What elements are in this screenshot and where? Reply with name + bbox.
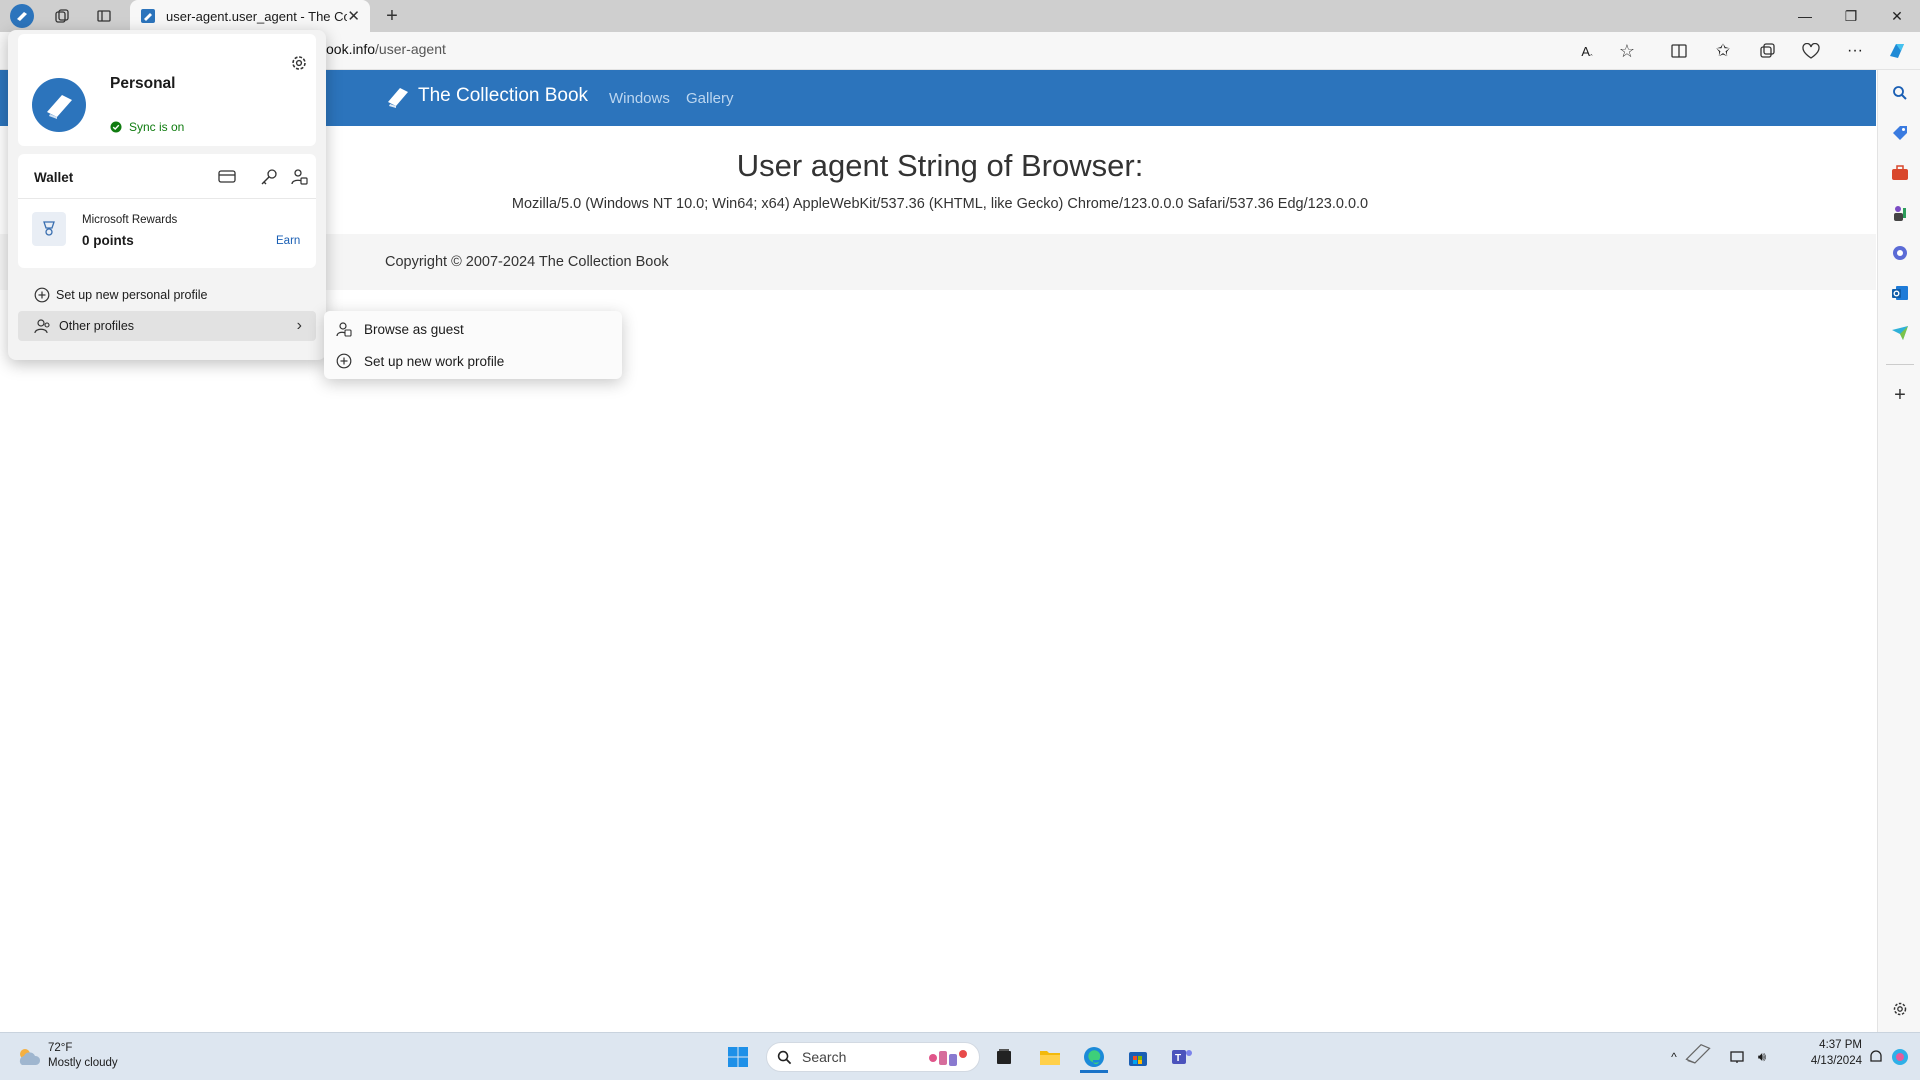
sidebar-settings-icon[interactable]	[1889, 998, 1911, 1020]
setup-work-profile-label: Set up new work profile	[364, 353, 505, 369]
teams-icon[interactable]: T	[1168, 1043, 1196, 1071]
weather-condition: Mostly cloudy	[48, 1057, 118, 1069]
minimize-icon[interactable]: —	[1782, 0, 1828, 32]
volume-icon[interactable]: 🔊︎	[1748, 1043, 1776, 1071]
microsoft-365-icon[interactable]	[1889, 242, 1911, 264]
edge-sidebar: +	[1877, 70, 1920, 1032]
url-path: /user-agent	[375, 41, 446, 57]
copilot-icon[interactable]	[1884, 39, 1910, 63]
add-circle-icon	[34, 287, 50, 303]
setup-personal-profile-label: Set up new personal profile	[56, 288, 208, 302]
weather-widget[interactable]: 72°F Mostly cloudy	[16, 1041, 118, 1071]
profiles-icon	[34, 318, 50, 333]
rewards-trophy-icon	[32, 212, 66, 246]
drop-send-icon[interactable]	[1889, 322, 1911, 344]
file-explorer-icon[interactable]	[1036, 1043, 1064, 1071]
book-logo-icon	[388, 88, 408, 108]
wallet-label[interactable]: Wallet	[34, 170, 73, 185]
rewards-label: Microsoft Rewards	[82, 214, 178, 226]
chevron-right-icon: ›	[296, 317, 302, 334]
start-windows-icon[interactable]	[724, 1043, 752, 1071]
rewards-points: 0 points	[82, 233, 134, 248]
favorites-icon[interactable]: ✩	[1710, 39, 1736, 63]
task-view-icon[interactable]	[990, 1043, 1018, 1071]
sync-status: Sync is on	[110, 120, 184, 134]
copilot-taskbar-icon[interactable]	[1886, 1043, 1914, 1071]
nav-link-windows[interactable]: Windows	[609, 90, 670, 107]
other-profiles-item[interactable]: Other profiles ›	[18, 311, 316, 341]
wallet-divider	[18, 198, 316, 199]
workspaces-icon[interactable]	[48, 4, 76, 28]
setup-work-profile-item[interactable]: Set up new work profile	[324, 345, 622, 377]
svg-text:T: T	[1175, 1053, 1181, 1064]
watermark-logo-icon	[1684, 1043, 1712, 1071]
search-icon	[777, 1050, 792, 1064]
add-circle-icon	[336, 353, 352, 369]
browse-as-guest-item[interactable]: Browse as guest	[324, 313, 622, 345]
personal-info-icon[interactable]	[290, 168, 308, 186]
site-brand-link[interactable]: The Collection Book	[384, 82, 588, 110]
browser-essentials-icon[interactable]	[1798, 39, 1824, 63]
address-bar[interactable]: ook.info/user-agent	[326, 41, 446, 57]
weather-temp: 72°F	[48, 1042, 73, 1054]
copyright-text: Copyright © 2007-2024 The Collection Boo…	[385, 254, 669, 270]
payment-card-icon[interactable]	[218, 168, 236, 184]
title-bar: user-agent.user_agent - The Coll ✕ + — ❐…	[0, 0, 1920, 32]
outlook-icon[interactable]	[1889, 282, 1911, 304]
games-icon[interactable]	[1889, 202, 1911, 224]
guest-profile-icon	[336, 322, 352, 337]
more-menu-icon[interactable]: ···	[1842, 39, 1868, 63]
other-profiles-label: Other profiles	[59, 319, 135, 333]
check-circle-icon	[110, 121, 122, 133]
add-sidebar-app-icon[interactable]: +	[1889, 384, 1911, 406]
clock-time: 4:37 PM	[1819, 1039, 1862, 1051]
taskbar-search[interactable]: Search	[766, 1042, 980, 1072]
collections-icon[interactable]	[1754, 39, 1780, 63]
sidebar-divider	[1886, 364, 1914, 365]
browse-as-guest-label: Browse as guest	[364, 321, 464, 337]
system-clock[interactable]: 4:37 PM 4/13/2024	[1786, 1037, 1862, 1069]
earn-link[interactable]: Earn	[276, 235, 300, 247]
site-brand-name: The Collection Book	[418, 85, 589, 106]
password-key-icon[interactable]	[260, 168, 278, 186]
edge-taskbar-icon[interactable]	[1080, 1043, 1108, 1073]
tab-title: user-agent.user_agent - The Coll	[166, 8, 348, 24]
tools-briefcase-icon[interactable]	[1889, 162, 1911, 184]
sync-status-text: Sync is on	[129, 120, 185, 134]
read-aloud-icon[interactable]: Aꞈ	[1574, 39, 1600, 63]
url-host: ook.info	[326, 41, 376, 57]
split-screen-icon[interactable]	[1666, 39, 1692, 63]
setup-personal-profile-item[interactable]: Set up new personal profile	[18, 280, 316, 310]
other-profiles-submenu: Browse as guest Set up new work profile	[324, 311, 622, 379]
wallet-card: Wallet Microsoft Rewards 0 points Earn	[18, 154, 316, 268]
search-icon[interactable]	[1889, 82, 1911, 104]
cloudy-weather-icon	[19, 1049, 41, 1065]
profile-button[interactable]	[8, 4, 36, 28]
profile-avatar-icon	[10, 4, 34, 28]
restore-icon[interactable]: ❐	[1828, 0, 1874, 32]
profile-card: Personal Sync is on	[18, 34, 316, 146]
shopping-tag-icon[interactable]	[1889, 122, 1911, 144]
browser-tab[interactable]: user-agent.user_agent - The Coll ✕	[130, 0, 370, 32]
close-window-icon[interactable]: ✕	[1874, 0, 1920, 32]
favorite-star-icon[interactable]: ☆	[1614, 39, 1640, 63]
site-favicon-icon	[141, 9, 155, 23]
book-avatar-icon	[47, 95, 72, 119]
profile-avatar	[32, 78, 86, 132]
clock-date: 4/13/2024	[1810, 1055, 1862, 1067]
vertical-tabs-icon[interactable]	[90, 4, 118, 28]
profile-settings-gear-icon[interactable]	[290, 54, 308, 72]
taskbar-search-placeholder: Search	[802, 1049, 847, 1065]
microsoft-store-icon[interactable]	[1124, 1043, 1152, 1071]
nav-link-gallery[interactable]: Gallery	[686, 90, 734, 107]
profile-name: Personal	[110, 75, 176, 92]
close-tab-icon[interactable]: ✕	[347, 7, 360, 25]
profile-flyout: Personal Sync is on Wallet Microsoft Rew…	[8, 30, 326, 360]
taskbar: 72°F Mostly cloudy Search T ^ 🔊︎ 4:37 PM…	[0, 1032, 1920, 1080]
search-highlight-icon	[929, 1050, 967, 1066]
new-tab-icon[interactable]: +	[378, 4, 406, 28]
